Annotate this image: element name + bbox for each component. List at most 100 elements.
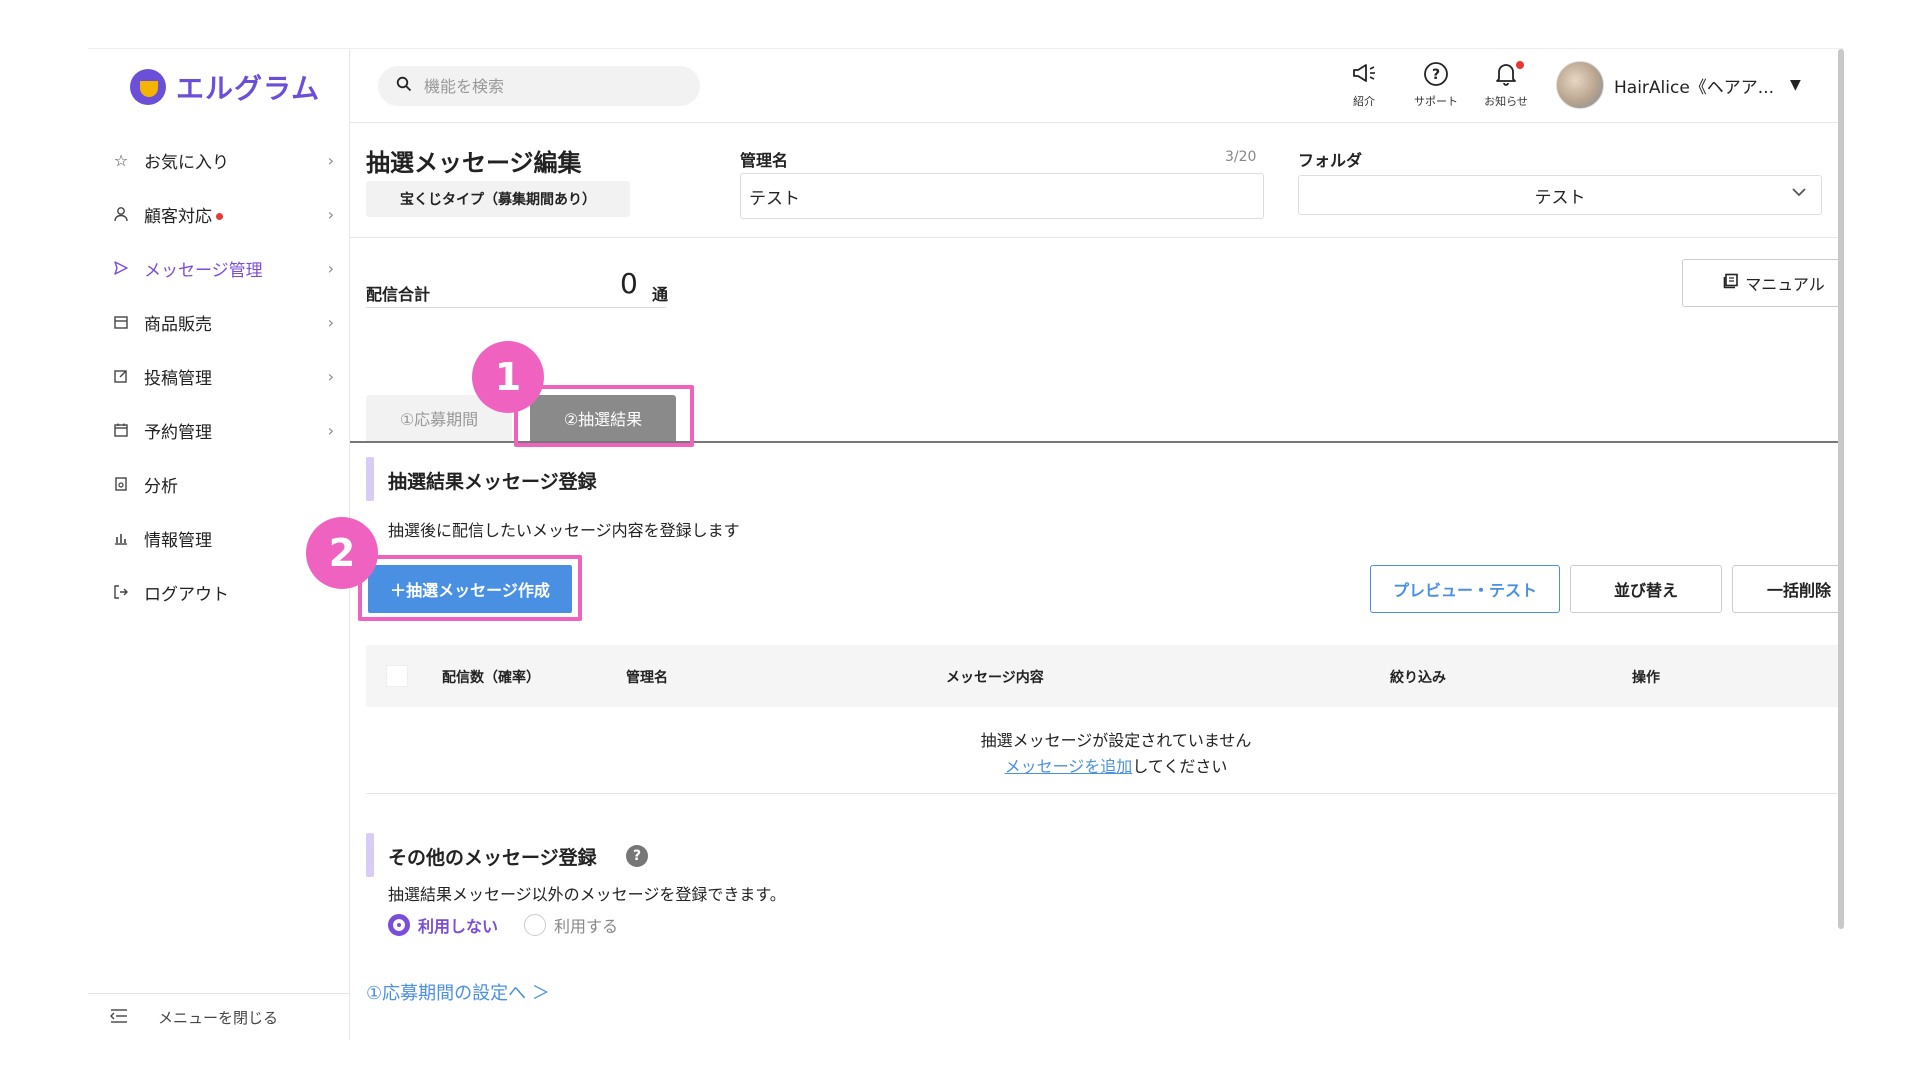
user-menu[interactable]: HairAlice《ヘアア... ▼	[1556, 61, 1801, 109]
sidebar-item-label: 商品販売	[144, 314, 212, 335]
folder-select[interactable]: テスト	[1298, 175, 1822, 215]
intro-button[interactable]: 紹介	[1334, 61, 1394, 109]
person-icon	[112, 205, 130, 223]
support-button[interactable]: ? サポート	[1406, 61, 1466, 109]
edit-icon	[112, 367, 130, 385]
support-label: サポート	[1414, 95, 1458, 108]
total-unit: 通	[652, 285, 669, 304]
scrollbar[interactable]	[1838, 49, 1844, 929]
sidebar-item-customer[interactable]: 顧客対応 ›	[88, 187, 350, 241]
step-1-marker: 1	[472, 341, 544, 413]
preview-test-button[interactable]: プレビュー・テスト	[1370, 565, 1560, 613]
sidebar-item-favorites[interactable]: ☆ お気に入り ›	[88, 133, 350, 187]
folder-value: テスト	[1534, 187, 1586, 208]
sidebar-item-label: メッセージ管理	[144, 260, 263, 281]
manual-label: マニュアル	[1745, 275, 1825, 294]
chevron-down-icon	[1791, 184, 1807, 205]
select-all-checkbox[interactable]	[386, 665, 408, 687]
send-icon	[112, 259, 130, 277]
column-header-filter: 絞り込み	[1390, 670, 1446, 686]
sidebar-item-label: 投稿管理	[144, 368, 212, 389]
name-label: 管理名	[740, 151, 789, 170]
notifications-label: お知らせ	[1484, 95, 1528, 108]
editor-header: 抽選メッセージ編集 宝くじタイプ（募集期間あり） 管理名 3/20 フォルダ テ…	[350, 123, 1844, 238]
chevron-right-icon: ›	[327, 312, 334, 332]
badge-dot	[216, 213, 223, 220]
total-underline	[366, 307, 666, 308]
total-value: 0	[620, 267, 638, 300]
step-2-marker: 2	[306, 517, 378, 589]
svg-text:?: ?	[1432, 67, 1440, 83]
main-content: 抽選メッセージ編集 宝くじタイプ（募集期間あり） 管理名 3/20 フォルダ テ…	[306, 123, 1844, 1040]
empty-state-message: 抽選メッセージが設定されていません	[980, 731, 1252, 750]
other-section-title: その他のメッセージ登録	[388, 847, 597, 869]
notifications-button[interactable]: お知らせ	[1476, 61, 1536, 109]
search-bar[interactable]	[378, 66, 700, 106]
type-badge: 宝くじタイプ（募集期間あり）	[366, 181, 630, 217]
bulk-delete-button[interactable]: 一括削除	[1732, 565, 1844, 613]
sidebar-item-label: 顧客対応	[144, 206, 212, 227]
menu-collapse-icon	[110, 1008, 128, 1028]
radio-use[interactable]: 利用する	[524, 913, 618, 937]
other-message-radio-group: 利用しない 利用する	[388, 913, 618, 937]
result-section-desc: 抽選後に配信したいメッセージ内容を登録します	[388, 521, 740, 540]
sidebar-item-label: 予約管理	[144, 422, 212, 443]
radio-label: 利用する	[554, 917, 619, 936]
store-icon	[112, 313, 130, 331]
other-section-desc: 抽選結果メッセージ以外のメッセージを登録できます。	[388, 885, 786, 904]
empty-state-suffix: してください	[1132, 757, 1228, 776]
sort-button[interactable]: 並び替え	[1570, 565, 1722, 613]
radio-label: 利用しない	[418, 917, 499, 936]
sidebar-item-analytics[interactable]: 分析	[88, 457, 350, 511]
notification-dot	[1516, 61, 1524, 69]
add-message-link[interactable]: メッセージを追加	[1005, 757, 1133, 776]
radio-not-use[interactable]: 利用しない	[388, 913, 498, 937]
application-period-settings-link[interactable]: ①応募期間の設定へ ＞	[366, 979, 550, 1005]
logo[interactable]: エルグラム	[130, 67, 320, 107]
chevron-right-icon: ›	[327, 204, 334, 224]
folder-label: フォルダ	[1298, 151, 1363, 170]
help-icon[interactable]: ?	[626, 845, 648, 867]
logo-text: エルグラム	[176, 72, 321, 105]
help-circle-icon: ?	[1423, 61, 1449, 91]
megaphone-icon	[1351, 61, 1377, 91]
section-accent-bar	[366, 457, 374, 501]
empty-state-hint: メッセージを追加してください	[350, 753, 1844, 777]
radio-indicator	[524, 914, 547, 936]
sidebar-item-logout[interactable]: ログアウト	[88, 565, 350, 619]
sidebar-item-posts[interactable]: 投稿管理 ›	[88, 349, 350, 403]
name-counter: 3/20	[1225, 149, 1257, 165]
sidebar-item-label: ログアウト	[144, 584, 229, 605]
result-section-title: 抽選結果メッセージ登録	[388, 471, 597, 493]
close-menu-button[interactable]: メニューを閉じる	[88, 993, 350, 1040]
column-header-name: 管理名	[626, 670, 668, 686]
search-input[interactable]	[424, 76, 674, 96]
bar-chart-icon	[112, 529, 130, 547]
logo-icon	[130, 69, 166, 105]
page-title: 抽選メッセージ編集	[366, 149, 582, 177]
intro-label: 紹介	[1353, 95, 1375, 108]
sidebar-item-sales[interactable]: 商品販売 ›	[88, 295, 350, 349]
message-table-header: 配信数（確率） 管理名 メッセージ内容 絞り込み 操作	[366, 645, 1844, 707]
chevron-right-icon: ›	[327, 366, 334, 386]
logout-icon	[112, 583, 130, 601]
caret-down-icon: ▼	[1790, 77, 1801, 93]
radio-indicator	[388, 914, 410, 936]
avatar	[1556, 61, 1604, 109]
sidebar-item-messages[interactable]: メッセージ管理 ›	[88, 241, 350, 295]
user-name: HairAlice《ヘアア...	[1614, 77, 1775, 98]
chevron-right-icon: ›	[327, 258, 334, 278]
report-icon	[112, 475, 130, 493]
book-icon	[1723, 273, 1739, 293]
column-header-content: メッセージ内容	[946, 670, 1044, 686]
sidebar-item-reservations[interactable]: 予約管理 ›	[88, 403, 350, 457]
app-window: エルグラム ☆ お気に入り › 顧客対応 › メッセージ管理 › 商品販売 › …	[88, 48, 1844, 1040]
sidebar-item-label: お気に入り	[144, 152, 229, 173]
highlight-create-box	[358, 555, 582, 621]
search-icon	[396, 76, 412, 96]
name-input[interactable]	[740, 173, 1264, 219]
manual-button[interactable]: マニュアル	[1682, 259, 1844, 307]
calendar-icon	[112, 421, 130, 439]
close-menu-label: メニューを閉じる	[158, 1009, 279, 1027]
total-label: 配信合計	[366, 285, 431, 304]
